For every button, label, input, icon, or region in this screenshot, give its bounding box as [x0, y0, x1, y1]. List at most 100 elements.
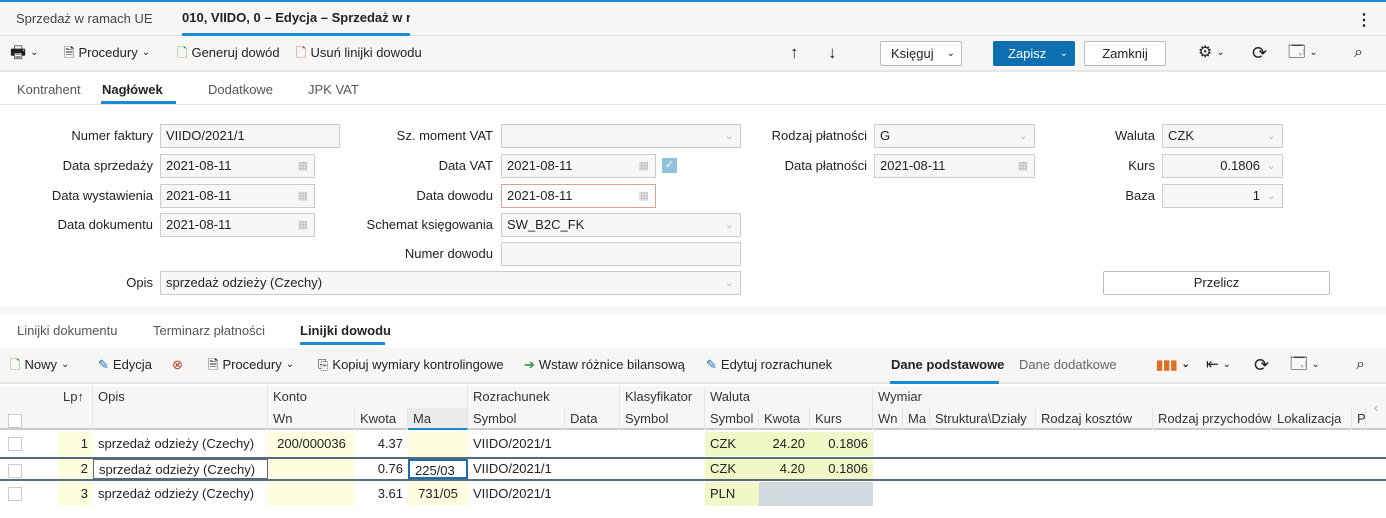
- cell-opis[interactable]: sprzedaż odzieży (Czechy): [93, 459, 268, 479]
- tab-dane-dodatkowe[interactable]: Dane dodatkowe: [1019, 348, 1117, 382]
- cell-waluta[interactable]: CZK: [705, 432, 759, 456]
- edytuj-rozrachunek-button[interactable]: ✎ Edytuj rozrachunek: [706, 348, 832, 382]
- cell-ma[interactable]: [408, 432, 468, 456]
- wstaw-roznice-button[interactable]: ➔ Wstaw różnice bilansową: [524, 348, 685, 382]
- col-wn[interactable]: Wn: [268, 408, 355, 430]
- export-icon[interactable]: ⇤ ⌄: [1206, 348, 1231, 382]
- arrow-up-icon[interactable]: ↑: [790, 36, 799, 70]
- cell-ma[interactable]: 225/03: [408, 459, 468, 479]
- col-wymiar-ma[interactable]: Ma: [903, 408, 930, 430]
- row-lp[interactable]: 1: [58, 432, 93, 456]
- kopiuj-wymiary-button[interactable]: ⎘ Kopiuj wymiary kontrolingowe: [318, 348, 504, 382]
- zapisz-button[interactable]: Zapisz ⌄: [993, 41, 1075, 66]
- col-lp[interactable]: Lp↑: [58, 386, 93, 430]
- tab-linijki-dokumentu[interactable]: Linijki dokumentu: [17, 323, 117, 338]
- procedury-button[interactable]: 🗎 Procedury ⌄: [64, 36, 150, 70]
- procedury-grid-button[interactable]: 🗎 Procedury ⌄: [208, 348, 294, 382]
- col-wymiar-wn[interactable]: Wn: [873, 408, 903, 430]
- data-wystawienia-field[interactable]: 2021-08-11 ▦: [160, 184, 315, 208]
- tab-dane-podstawowe[interactable]: Dane podstawowe: [891, 348, 1004, 382]
- przelicz-button[interactable]: Przelicz: [1103, 271, 1330, 295]
- kurs-field[interactable]: 0.1806 ⌄: [1162, 154, 1283, 178]
- cell-kwota[interactable]: 4.37: [355, 432, 408, 456]
- cell-wn[interactable]: [268, 459, 355, 479]
- col-struktura[interactable]: Struktura\Działy: [930, 408, 1036, 430]
- refresh-icon[interactable]: ⟳: [1254, 348, 1269, 382]
- data-sprzedazy-field[interactable]: 2021-08-11 ▦: [160, 154, 315, 178]
- cell-wn[interactable]: 200/000036: [268, 432, 355, 456]
- tab-edycja[interactable]: 010, VIIDO, 0 – Edycja – Sprzedaż w ra: [182, 2, 410, 36]
- col-rodzaj-przychodow[interactable]: Rodzaj przychodów: [1153, 408, 1272, 430]
- cell-kurs[interactable]: 0.1806: [810, 432, 873, 456]
- schemat-select[interactable]: SW_B2C_FK ⌄: [501, 213, 741, 237]
- cell-symbol[interactable]: VIIDO/2021/1: [468, 432, 565, 456]
- collapse-panel-icon[interactable]: ‹: [1366, 386, 1386, 430]
- cell-symbol[interactable]: VIIDO/2021/1: [468, 459, 565, 479]
- col-klasyfikator-symbol[interactable]: Symbol: [620, 408, 705, 430]
- cell-opis[interactable]: sprzedaż odzieży (Czechy): [93, 482, 268, 506]
- data-platnosci-field[interactable]: 2021-08-11 ▦: [874, 154, 1035, 178]
- zamknij-button[interactable]: Zamknij: [1084, 41, 1166, 66]
- refresh-icon[interactable]: ⟳: [1252, 36, 1267, 70]
- tab-dodatkowe[interactable]: Dodatkowe: [208, 82, 273, 97]
- table-row[interactable]: 2 sprzedaż odzieży (Czechy) 0.76 225/03 VIID…: [0, 457, 1386, 481]
- chart-icon[interactable]: ▮▮▮ ⌄: [1156, 348, 1190, 382]
- cell-kwota[interactable]: 3.61: [355, 482, 408, 506]
- col-waluta-symbol[interactable]: Symbol: [705, 408, 759, 430]
- ksieguj-dropdown[interactable]: Księguj ⌄: [880, 41, 962, 66]
- waluta-select[interactable]: CZK ⌄: [1162, 124, 1283, 148]
- arrow-down-icon[interactable]: ↓: [828, 36, 837, 70]
- tab-sprzedaz-ue[interactable]: Sprzedaż w ramach UE: [16, 2, 153, 36]
- more-icon[interactable]: ⋮: [1356, 10, 1372, 30]
- table-row[interactable]: 1 sprzedaż odzieży (Czechy) 200/000036 4.37…: [0, 432, 1386, 456]
- data-vat-field[interactable]: 2021-08-11 ▦: [501, 154, 656, 178]
- col-ma[interactable]: Ma: [408, 408, 468, 430]
- rodzaj-platnosci-select[interactable]: G ⌄: [874, 124, 1035, 148]
- row-lp[interactable]: 2: [58, 459, 93, 479]
- row-checkbox[interactable]: [8, 487, 22, 501]
- col-kwota[interactable]: Kwota: [355, 408, 408, 430]
- tab-kontrahent[interactable]: Kontrahent: [17, 82, 81, 97]
- data-dokumentu-field[interactable]: 2021-08-11 ▦: [160, 213, 315, 237]
- cell-waluta[interactable]: PLN: [705, 482, 759, 506]
- cell-waluta-kwota[interactable]: 4.20: [759, 459, 810, 479]
- table-row[interactable]: 3 sprzedaż odzieży (Czechy) 3.61 731/05 VIID…: [0, 482, 1386, 506]
- cell-kurs[interactable]: 0.1806: [810, 459, 873, 479]
- data-dowodu-field[interactable]: 2021-08-11 ▦: [501, 184, 656, 208]
- col-opis[interactable]: Opis: [93, 386, 268, 430]
- layout-settings-icon[interactable]: 🗔 ⌄: [1290, 348, 1320, 382]
- cell-wn[interactable]: [268, 482, 355, 506]
- print-button[interactable]: 🖶 ⌄: [10, 36, 38, 70]
- search-icon[interactable]: ⌕: [1354, 36, 1363, 70]
- usun-linijki-button[interactable]: 🗋 Usuń linijki dowodu: [296, 36, 422, 70]
- col-waluta-kwota[interactable]: Kwota: [759, 408, 810, 430]
- cell-kurs[interactable]: [810, 482, 873, 506]
- cell-ma[interactable]: 731/05: [408, 482, 468, 506]
- layout-settings-icon[interactable]: 🗔 ⌄: [1288, 36, 1318, 70]
- settings-icon[interactable]: ⚙ ⌄: [1198, 36, 1225, 70]
- edycja-button[interactable]: ✎ Edycja: [98, 348, 152, 382]
- col-data[interactable]: Data: [565, 408, 620, 430]
- cell-kwota[interactable]: 0.76: [355, 459, 408, 479]
- row-checkbox[interactable]: [8, 437, 22, 451]
- baza-field[interactable]: 1 ⌄: [1162, 184, 1283, 208]
- delete-icon[interactable]: ⊗: [172, 348, 183, 382]
- cell-opis[interactable]: sprzedaż odzieży (Czechy): [93, 432, 268, 456]
- col-p[interactable]: P: [1352, 408, 1366, 430]
- col-rodzaj-kosztow[interactable]: Rodzaj kosztów: [1036, 408, 1153, 430]
- cell-waluta-kwota[interactable]: 24.20: [759, 432, 810, 456]
- cell-symbol[interactable]: VIIDO/2021/1: [468, 482, 565, 506]
- opis-field[interactable]: sprzedaż odzieży (Czechy) ⌄: [160, 271, 741, 295]
- select-all-checkbox[interactable]: [8, 414, 22, 428]
- generuj-dowod-button[interactable]: 🗋 Generuj dowód: [177, 36, 280, 70]
- numer-dowodu-field[interactable]: [501, 242, 741, 266]
- data-vat-checkbox[interactable]: ✓: [662, 158, 677, 173]
- tab-naglowek[interactable]: Nagłówek: [102, 82, 163, 97]
- tab-terminarz[interactable]: Terminarz płatności: [153, 323, 265, 338]
- nowy-button[interactable]: 🗋 Nowy ⌄: [10, 348, 69, 382]
- col-kurs[interactable]: Kurs: [810, 408, 873, 430]
- row-lp[interactable]: 3: [58, 482, 93, 506]
- search-icon[interactable]: ⌕: [1356, 348, 1365, 382]
- tab-jpk-vat[interactable]: JPK VAT: [308, 82, 359, 97]
- col-symbol[interactable]: Symbol: [468, 408, 565, 430]
